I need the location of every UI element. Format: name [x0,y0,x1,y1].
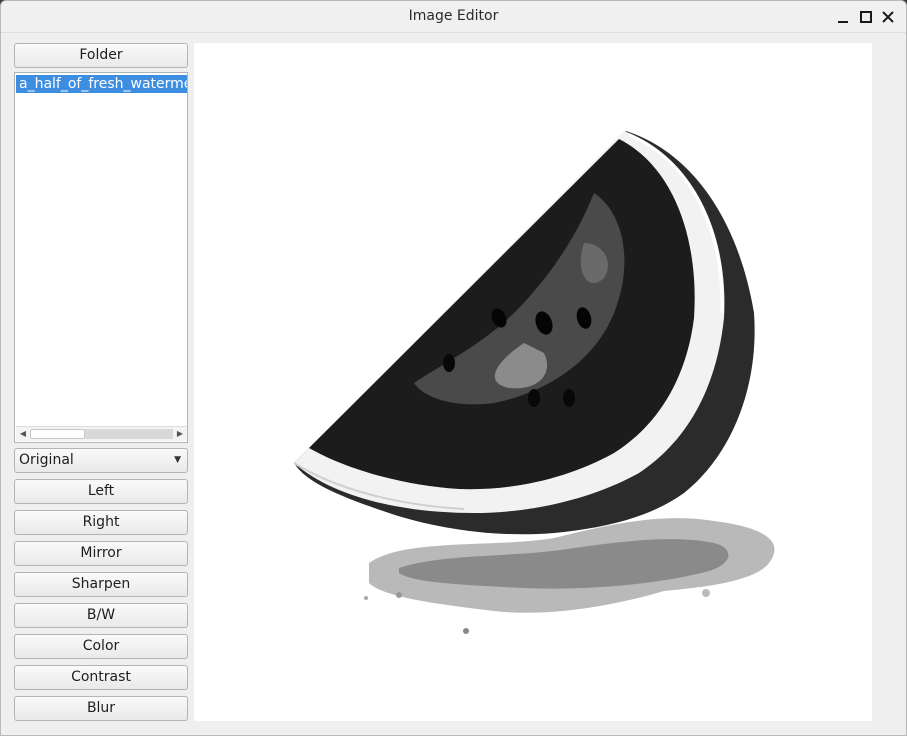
scrollbar-thumb[interactable] [30,429,85,439]
horizontal-scrollbar[interactable]: ◀ ▶ [16,426,187,441]
scrollbar-track[interactable] [85,429,173,439]
blur-button[interactable]: Blur [14,696,188,721]
minimize-icon [838,21,848,23]
chevron-right-icon[interactable]: ▶ [174,428,186,440]
image-editor-window: Image Editor Folder a_half_of_fresh_wate… [0,0,907,736]
maximize-button[interactable] [856,7,876,27]
file-list-item[interactable]: a_half_of_fresh_watermelon [16,75,187,93]
rotate-right-button[interactable]: Right [14,510,188,535]
folder-button[interactable]: Folder [14,43,188,68]
chevron-left-icon[interactable]: ◀ [17,428,29,440]
image-canvas [194,43,872,721]
watermelon-image [293,131,775,634]
close-icon [882,11,894,23]
rotate-left-button[interactable]: Left [14,479,188,504]
contrast-button[interactable]: Contrast [14,665,188,690]
sharpen-button[interactable]: Sharpen [14,572,188,597]
close-button[interactable] [878,7,898,27]
filter-selected-value: Original [19,452,74,468]
file-list[interactable]: a_half_of_fresh_watermelon ◀ ▶ [14,72,188,443]
color-button[interactable]: Color [14,634,188,659]
bw-button[interactable]: B/W [14,603,188,628]
window-title: Image Editor [408,8,499,24]
maximize-icon [860,11,872,23]
minimize-button[interactable] [833,7,853,27]
filter-select[interactable]: Original ▼ [14,448,188,473]
title-bar: Image Editor [1,1,906,33]
chevron-down-icon: ▼ [174,455,181,465]
mirror-button[interactable]: Mirror [14,541,188,566]
